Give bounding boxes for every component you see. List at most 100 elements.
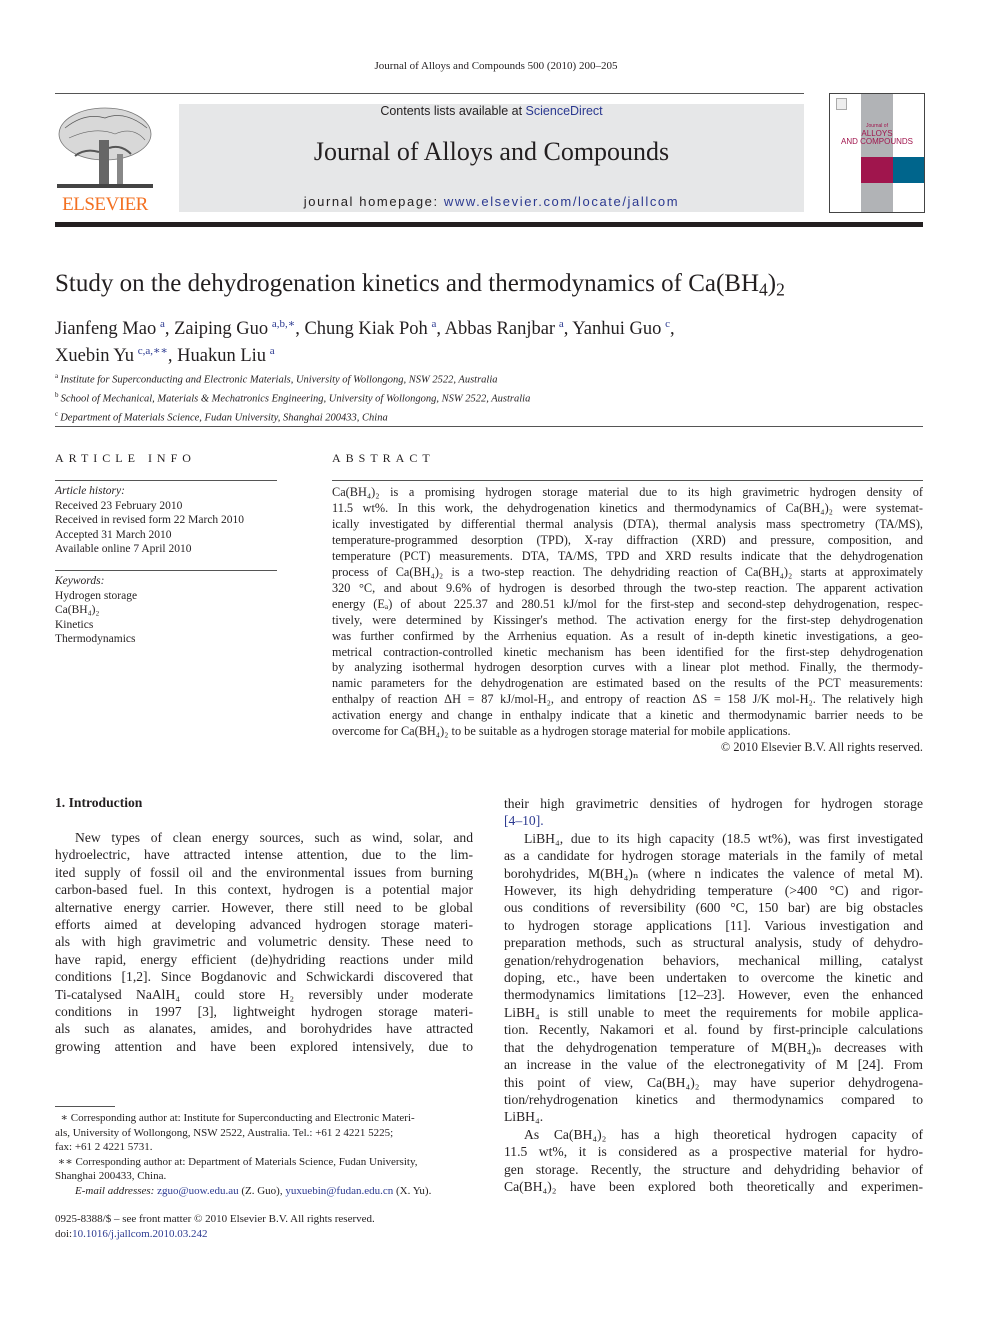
abstract-rule: [332, 480, 923, 481]
author-name: Zaiping Guo: [174, 319, 269, 340]
body-line: conditions in 1997 [3], lightweight hydr…: [55, 1004, 473, 1020]
history-item: Received 23 February 2010: [55, 499, 183, 512]
affiliation-mark[interactable]: c: [665, 318, 670, 330]
body-line: efforts aimed at developing advanced hyd…: [55, 917, 473, 933]
cover-magenta-block: [861, 157, 893, 183]
affiliation-mark[interactable]: a,b,∗: [272, 318, 295, 330]
author[interactable]: Jianfeng Mao a: [55, 318, 165, 339]
journal-banner: Contents lists available at ScienceDirec…: [179, 104, 804, 212]
body-line: New types of clean energy sources, such …: [75, 830, 473, 845]
body-line: alternative energy carrier. However, the…: [55, 899, 473, 915]
body-line: carbon-based fuel. In this context, hydr…: [55, 882, 473, 898]
abstract-line: 11.5 wt%. In this work, the dehydrogenat…: [332, 500, 923, 515]
abstract-line: energy (Eₐ) of about 225.37 and 280.51 k…: [332, 596, 923, 611]
article-info-heading: ARTICLE INFO: [55, 451, 196, 465]
affiliation: b School of Mechanical, Materials & Mech…: [55, 388, 530, 407]
body-line: LiBH₄ is still unable to meet the requir…: [504, 1004, 923, 1020]
email-link-zguo[interactable]: zguo@uow.edu.au: [157, 1185, 239, 1197]
body-line: that the dehydrogenation temperature of …: [504, 1039, 923, 1055]
body-line: tion. Recently, Nakamori et al. found by…: [504, 1022, 923, 1038]
author[interactable]: Chung Kiak Poh a: [304, 318, 437, 340]
author-name: Chung Kiak Poh: [304, 319, 428, 340]
footnotes: ∗ Corresponding author at: Institute for…: [55, 1111, 475, 1198]
footnote-line: als, University of Wollongong, NSW 2522,…: [55, 1126, 394, 1139]
journal-cover-thumbnail[interactable]: Journal of ALLOYS AND COMPOUNDS: [829, 93, 925, 213]
affiliations: a Institute for Superconducting and Elec…: [55, 369, 530, 425]
journal-title: Journal of Alloys and Compounds: [313, 137, 670, 166]
author-list: Jianfeng Mao a, Zaiping Guo a,b,∗, Chung…: [55, 318, 675, 367]
abstract-body: Ca(BH₄)₂ is a promising hydrogen storage…: [332, 485, 923, 756]
affiliation-mark[interactable]: c,a,∗∗: [138, 345, 168, 357]
abstract-line: by analyzing isothermal hydrogen desorpt…: [332, 660, 923, 675]
running-head: Journal of Alloys and Compounds 500 (201…: [374, 60, 618, 72]
email-owner: (Z. Guo),: [238, 1184, 286, 1197]
homepage-link[interactable]: www.elsevier.com/locate/jallcom: [444, 194, 679, 209]
article-history: Article history: Received 23 February 20…: [55, 484, 244, 557]
citation-link[interactable]: [4–10].: [504, 812, 923, 829]
abstract-line: enthalpy of reaction ΔH = 87 kJ/mol-H₂, …: [332, 692, 923, 707]
body-line: growing attention and have been explored…: [55, 1038, 473, 1054]
intro-right-column: their high gravimetric densities of hydr…: [504, 795, 923, 1195]
footnote-line: Shanghai 200433, China.: [55, 1170, 167, 1182]
doi-prefix: doi:: [55, 1228, 73, 1240]
footnote-line: ∗ Corresponding author at: Institute for…: [55, 1112, 415, 1124]
cover-title: Journal of ALLOYS AND COMPOUNDS: [830, 122, 924, 146]
keyword: Kinetics: [55, 618, 94, 631]
body-line: conditions [1,2]. Since Bogdanovic and S…: [55, 969, 473, 985]
article-title-text: Study on the dehydrogenation kinetics an…: [55, 270, 760, 297]
body-line: have rapid, energy efficient (de)hydridi…: [55, 951, 473, 967]
author-name: Xuebin Yu: [55, 346, 134, 367]
affiliation-text: School of Mechanical, Materials & Mechat…: [60, 393, 531, 405]
affiliation-mark[interactable]: a: [270, 345, 275, 357]
doi-link[interactable]: 10.1016/j.jallcom.2010.03.242: [72, 1228, 207, 1240]
cover-teal-block: [893, 157, 924, 183]
body-line: Ca(BH₄)₂ have been explored both theoret…: [504, 1178, 923, 1194]
history-label: Article history:: [55, 485, 125, 497]
author[interactable]: Abbas Ranjbar a: [444, 318, 564, 340]
title-subscript-4: 4: [759, 279, 768, 300]
body-line: However, its high dehydriding temperatur…: [504, 883, 923, 899]
intro-left-column: New types of clean energy sources, such …: [55, 829, 473, 1055]
footnote-line: fax: +61 2 4221 5731.: [55, 1141, 153, 1153]
email-label: E-mail addresses:: [75, 1184, 155, 1197]
cover-title-line3: AND COMPOUNDS: [840, 137, 913, 146]
elsevier-logo[interactable]: ELSEVIER: [55, 104, 155, 216]
affiliation-mark[interactable]: a: [559, 318, 564, 330]
doi-line: doi:10.1016/j.jallcom.2010.03.242: [55, 1227, 375, 1242]
author[interactable]: Yanhui Guo c: [572, 318, 670, 339]
body-line: genation/rehydrogenation behaviors, mech…: [504, 952, 923, 968]
masthead-thick-rule: [55, 222, 923, 227]
keyword: Thermodynamics: [55, 633, 136, 646]
affiliation-label: c: [55, 409, 59, 418]
body-line: their high gravimetric densities of hydr…: [504, 796, 923, 811]
article-title: Study on the dehydrogenation kinetics an…: [55, 270, 785, 298]
author[interactable]: Zaiping Guo a,b,∗: [174, 318, 295, 340]
affiliation-mark[interactable]: a: [432, 318, 437, 330]
body-line: als such as alanates, amides, and borohy…: [55, 1021, 473, 1037]
email-link-yuxuebin[interactable]: yuxuebin@fudan.edu.cn: [285, 1185, 393, 1197]
affiliation-text: Institute for Superconducting and Electr…: [60, 374, 498, 386]
abstract-line: Ca(BH₄)₂ is a promising hydrogen storage…: [332, 485, 923, 499]
cover-gray-band: [861, 94, 893, 212]
abstract-line: was further confirmed by the Arrhenius e…: [332, 628, 923, 643]
author-name: Abbas Ranjbar: [444, 319, 556, 340]
body-line: gen storage. Recently, the structure and…: [504, 1161, 923, 1177]
body-line: this point of view, Ca(BH₄)₂ may have su…: [504, 1074, 923, 1090]
body-line: preparation methods, such as structural …: [504, 935, 923, 951]
footnote-rule: [55, 1106, 115, 1107]
article-info-rule: [55, 480, 277, 481]
tree-icon: [57, 107, 153, 188]
keywords-rule: [55, 570, 277, 571]
affiliation: c Department of Materials Science, Fudan…: [55, 407, 530, 426]
keywords: Keywords: Hydrogen storage Ca(BH₄)₂ Kine…: [55, 574, 137, 647]
keyword: Hydrogen storage: [55, 589, 138, 602]
author[interactable]: Huakun Liu a: [177, 345, 275, 366]
abstract-line: activation energy and change in enthalpy…: [332, 708, 923, 723]
header-rule: [55, 93, 804, 94]
affiliation-mark[interactable]: a: [160, 318, 165, 330]
author[interactable]: Xuebin Yu c,a,∗∗: [55, 345, 168, 367]
history-item: Received in revised form 22 March 2010: [55, 514, 245, 527]
sciencedirect-link[interactable]: ScienceDirect: [526, 104, 603, 118]
abstract-line: overcome for Ca(BH₄)₂ to be suitable as …: [332, 724, 791, 739]
body-line: ited supply of fossil oil and the enviro…: [55, 864, 473, 880]
